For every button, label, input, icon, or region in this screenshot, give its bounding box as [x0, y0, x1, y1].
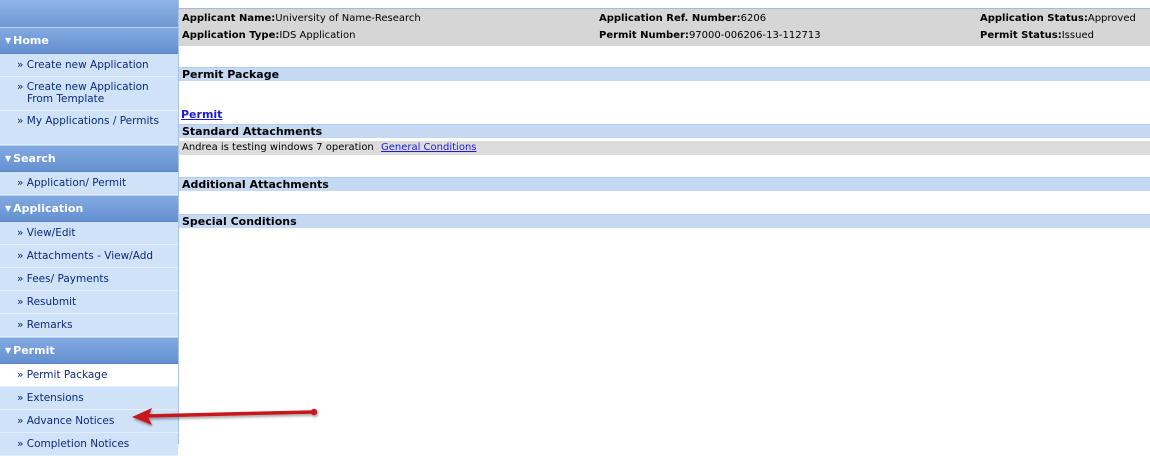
- sidebar-item-label: » Fees/ Payments: [17, 273, 109, 285]
- additional-attachments-section-title: Additional Attachments: [179, 177, 1150, 191]
- field-label: Application Ref. Number:: [599, 13, 741, 24]
- sidebar-item-application-permit[interactable]: » Application/ Permit: [0, 172, 178, 195]
- triangle-down-icon: ▼: [5, 154, 12, 163]
- sidebar-item-resubmit[interactable]: » Resubmit: [0, 291, 178, 314]
- triangle-down-icon: ▼: [5, 204, 12, 213]
- permit-number-field: Permit Number:97000-006206-13-112713: [599, 30, 821, 41]
- field-value: 97000-006206-13-112713: [688, 30, 821, 41]
- section-title: Application: [13, 202, 84, 215]
- triangle-down-icon: ▼: [5, 36, 12, 45]
- sidebar-item-completion-notices[interactable]: » Completion Notices: [0, 433, 178, 456]
- section-permit[interactable]: ▼ Permit: [0, 337, 178, 364]
- sidebar-item-label: » Create new Application From Template: [17, 81, 149, 105]
- application-type-field: Application Type:IDS Application: [182, 30, 355, 41]
- field-label: Permit Number:: [599, 30, 689, 41]
- field-value: IDS Application: [279, 30, 356, 41]
- ref-number-field: Application Ref. Number:6206: [599, 13, 766, 24]
- sidebar-item-label: » Advance Notices: [17, 415, 115, 427]
- section-home[interactable]: ▼ Home: [0, 27, 178, 54]
- sidebar-item-label: » Attachments - View/Add: [17, 250, 154, 262]
- permit-link[interactable]: Permit: [181, 108, 222, 121]
- sidebar-item-view-edit[interactable]: » View/Edit: [0, 222, 178, 245]
- annotation-arrow-icon: [132, 408, 318, 425]
- special-conditions-section-title: Special Conditions: [179, 214, 1150, 228]
- sidebar-item-label: » Completion Notices: [17, 438, 130, 450]
- field-value: 6206: [740, 13, 767, 24]
- section-application[interactable]: ▼ Application: [0, 195, 178, 222]
- sidebar-item-label: » Resubmit: [17, 296, 77, 308]
- standard-attachments-section-title: Standard Attachments: [179, 124, 1150, 138]
- sidebar-item-label: » Remarks: [17, 319, 73, 331]
- standard-attachment-row: Andrea is testing windows 7 operation Ge…: [179, 141, 1150, 155]
- field-value: Issued: [1061, 30, 1094, 41]
- section-search[interactable]: ▼ Search: [0, 145, 178, 172]
- field-value: Approved: [1087, 13, 1136, 24]
- field-label: Application Type:: [182, 30, 280, 41]
- field-label: Applicant Name:: [182, 13, 276, 24]
- sidebar-top-bar: [0, 0, 178, 27]
- application-status-field: Application Status:Approved: [980, 13, 1136, 24]
- field-value: University of Name-Research: [275, 13, 421, 24]
- triangle-down-icon: ▼: [5, 346, 12, 355]
- sidebar-item-create-new-application[interactable]: » Create new Application: [0, 54, 178, 77]
- sidebar-item-label: » Permit Package: [17, 369, 108, 381]
- sidebar-item-permit-package[interactable]: » Permit Package: [0, 364, 178, 387]
- field-label: Permit Status:: [980, 30, 1062, 41]
- sidebar-item-attachments[interactable]: » Attachments - View/Add: [0, 245, 178, 268]
- general-conditions-link[interactable]: General Conditions: [381, 142, 477, 153]
- application-header: Applicant Name:University of Name-Resear…: [179, 8, 1150, 46]
- sidebar-nav: ▼ Home » Create new Application » Create …: [0, 0, 179, 456]
- sidebar-item-fees-payments[interactable]: » Fees/ Payments: [0, 268, 178, 291]
- sidebar-item-create-from-template[interactable]: » Create new Application From Template: [0, 77, 178, 111]
- sidebar-item-label: » Application/ Permit: [17, 177, 127, 189]
- section-title: Home: [13, 34, 49, 47]
- field-label: Application Status:: [980, 13, 1088, 24]
- sidebar-item-label: » My Applications / Permits: [17, 115, 160, 127]
- section-title: Permit: [13, 344, 55, 357]
- sidebar-item-label: » Create new Application: [17, 59, 149, 71]
- section-title: Search: [13, 152, 56, 165]
- sidebar-item-remarks[interactable]: » Remarks: [0, 314, 178, 337]
- sidebar-item-label: » View/Edit: [17, 227, 76, 239]
- sidebar-item-label: » Extensions: [17, 392, 84, 404]
- attachment-description: Andrea is testing windows 7 operation: [182, 142, 374, 153]
- sidebar-item-my-applications[interactable]: » My Applications / Permits: [0, 111, 178, 145]
- permit-status-field: Permit Status:Issued: [980, 30, 1094, 41]
- applicant-name-field: Applicant Name:University of Name-Resear…: [182, 13, 421, 24]
- permit-package-section-title: Permit Package: [179, 67, 1150, 81]
